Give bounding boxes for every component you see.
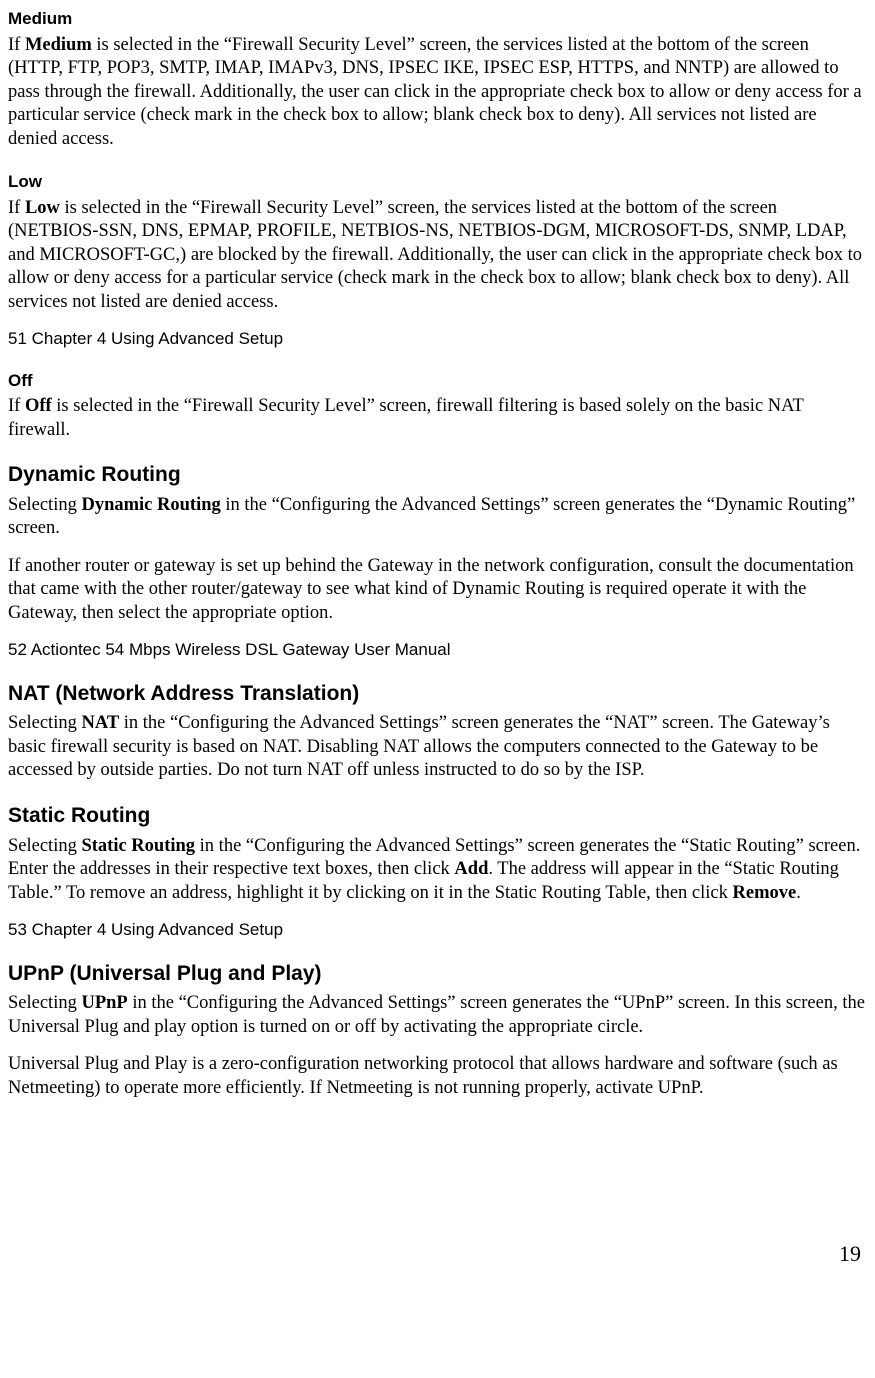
page-marker-52: 52 Actiontec 54 Mbps Wireless DSL Gatewa…	[8, 639, 865, 661]
heading-nat: NAT (Network Address Translation)	[8, 681, 865, 708]
heading-low: Low	[8, 171, 865, 193]
page-number: 19	[8, 1240, 865, 1268]
paragraph-dynamic-1: Selecting Dynamic Routing in the “Config…	[8, 494, 865, 541]
heading-dynamic-routing: Dynamic Routing	[8, 462, 865, 489]
paragraph-dynamic-2: If another router or gateway is set up b…	[8, 555, 865, 625]
heading-medium: Medium	[8, 8, 865, 30]
paragraph-medium: If Medium is selected in the “Firewall S…	[8, 34, 865, 151]
paragraph-low: If Low is selected in the “Firewall Secu…	[8, 197, 865, 314]
heading-upnp: UPnP (Universal Plug and Play)	[8, 961, 865, 988]
heading-off: Off	[8, 370, 865, 392]
paragraph-off: If Off is selected in the “Firewall Secu…	[8, 395, 865, 442]
paragraph-nat: Selecting NAT in the “Configuring the Ad…	[8, 712, 865, 782]
page-marker-53: 53 Chapter 4 Using Advanced Setup	[8, 919, 865, 941]
page-marker-51: 51 Chapter 4 Using Advanced Setup	[8, 328, 865, 350]
paragraph-static: Selecting Static Routing in the “Configu…	[8, 835, 865, 905]
paragraph-upnp-2: Universal Plug and Play is a zero-config…	[8, 1053, 865, 1100]
paragraph-upnp-1: Selecting UPnP in the “Configuring the A…	[8, 992, 865, 1039]
heading-static-routing: Static Routing	[8, 803, 865, 830]
